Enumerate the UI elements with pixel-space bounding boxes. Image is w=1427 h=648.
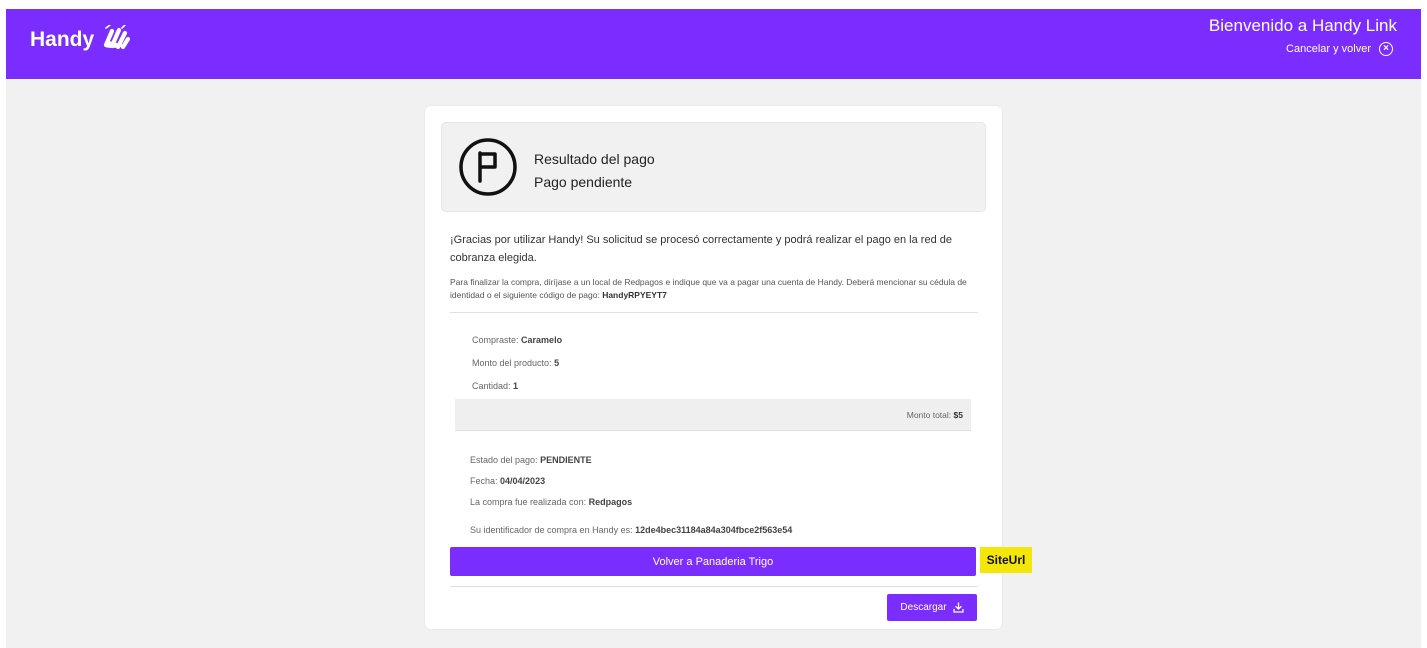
instructions-text: Para finalizar la compra, diríjase a un … bbox=[450, 277, 967, 300]
page-background: Handy Bienvenido a Handy Link Cancelar y bbox=[6, 9, 1421, 648]
product-value: Caramelo bbox=[521, 335, 563, 345]
quantity-label: Cantidad: bbox=[472, 381, 511, 391]
total-label: Monto total: bbox=[906, 410, 952, 420]
payment-method-row: La compra fue realizada con: Redpagos bbox=[470, 497, 632, 507]
method-value: Redpagos bbox=[588, 497, 633, 507]
quantity-value: 1 bbox=[513, 381, 519, 391]
purchase-id-label: Su identificador de compra en Handy es: bbox=[470, 525, 633, 535]
siteurl-annotation: SiteUrl bbox=[980, 547, 1032, 573]
welcome-title: Bienvenido a Handy Link bbox=[1208, 16, 1397, 35]
amount-value: 5 bbox=[554, 358, 560, 368]
download-button[interactable]: Descargar bbox=[887, 594, 977, 621]
total-bar: Monto total: $5 bbox=[455, 399, 971, 431]
amount-row: Monto del producto: 5 bbox=[472, 358, 559, 368]
date-row: Fecha: 04/04/2023 bbox=[470, 476, 545, 486]
payment-result-card: Resultado del pago Pago pendiente ¡Graci… bbox=[425, 106, 1002, 629]
amount-label: Monto del producto: bbox=[472, 358, 552, 368]
cancel-and-return-link[interactable]: Cancelar y volver × bbox=[1286, 42, 1393, 56]
brand-name: Handy bbox=[30, 28, 95, 51]
total-amount: Monto total: $5 bbox=[907, 410, 963, 420]
product-label: Compraste: bbox=[472, 335, 519, 345]
hand-icon bbox=[101, 24, 131, 55]
state-value: PENDIENTE bbox=[540, 455, 592, 465]
cancel-label: Cancelar y volver bbox=[1286, 43, 1371, 55]
flag-icon bbox=[459, 138, 517, 196]
date-value: 04/04/2023 bbox=[500, 476, 546, 486]
product-row: Compraste: Caramelo bbox=[472, 335, 562, 345]
state-label: Estado del pago: bbox=[470, 455, 538, 465]
result-status: Pago pendiente bbox=[534, 174, 633, 190]
method-label: La compra fue realizada con: bbox=[470, 497, 587, 507]
payment-code: HandyRPYEYT7 bbox=[602, 290, 667, 300]
result-title: Resultado del pago bbox=[534, 151, 655, 167]
purchase-id-value: 12de4bec31184a84a304fbce2f563e54 bbox=[635, 525, 793, 535]
purchase-id-row: Su identificador de compra en Handy es: … bbox=[470, 525, 792, 535]
divider bbox=[450, 312, 978, 313]
download-label: Descargar bbox=[900, 602, 947, 613]
result-header: Resultado del pago Pago pendiente bbox=[441, 122, 986, 212]
top-bar: Handy Bienvenido a Handy Link Cancelar y bbox=[6, 9, 1421, 79]
total-value: $5 bbox=[953, 410, 963, 420]
brand-logo[interactable]: Handy bbox=[30, 24, 131, 55]
thanks-message: ¡Gracias por utilizar Handy! Su solicitu… bbox=[450, 234, 952, 264]
close-circle-icon: × bbox=[1379, 42, 1393, 56]
divider bbox=[450, 586, 978, 587]
payment-instructions: Para finalizar la compra, diríjase a un … bbox=[450, 276, 980, 302]
quantity-row: Cantidad: 1 bbox=[472, 381, 518, 391]
date-label: Fecha: bbox=[470, 476, 498, 486]
back-to-store-button[interactable]: Volver a Panaderia Trigo bbox=[450, 547, 976, 576]
payment-state-row: Estado del pago: PENDIENTE bbox=[470, 455, 592, 465]
download-icon bbox=[952, 602, 964, 613]
